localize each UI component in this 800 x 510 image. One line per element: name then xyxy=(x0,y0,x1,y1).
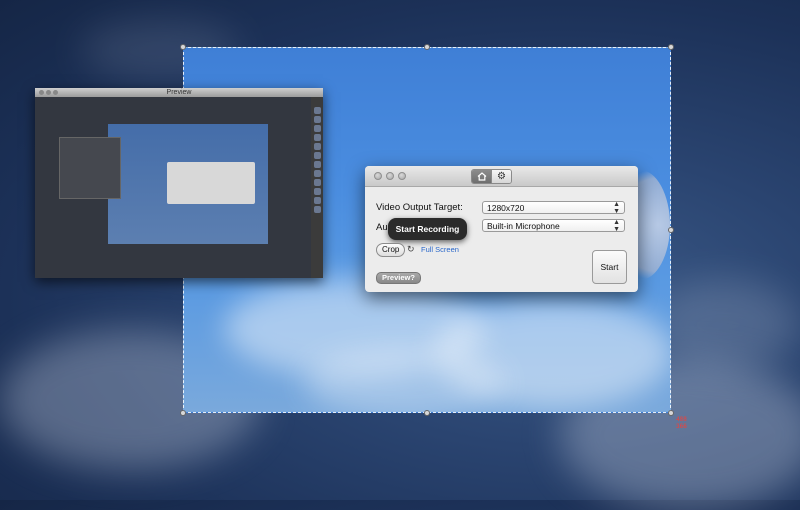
crop-button[interactable]: Crop xyxy=(376,243,406,257)
zoom-button[interactable] xyxy=(398,172,406,180)
view-segmented-control: ⚙ xyxy=(471,169,512,184)
close-button[interactable] xyxy=(374,172,382,180)
selection-handle-right[interactable] xyxy=(668,227,674,233)
tab-home[interactable] xyxy=(472,170,491,183)
audio-input-select[interactable]: Built-in Microphone ▲ ▼ xyxy=(482,219,625,233)
video-output-select[interactable]: 1280x720 ▲ ▼ xyxy=(482,201,625,215)
chevron-updown-icon: ▲ ▼ xyxy=(613,219,620,233)
recorder-panel: ⚙ Video Output Target: 1280x720 ▲ ▼ Au Bu… xyxy=(365,166,638,292)
preview-nested-frame xyxy=(59,137,121,199)
preview-titlebar: Preview xyxy=(35,88,323,97)
audio-label: Au xyxy=(376,222,388,233)
selection-handle-bottom-right[interactable] xyxy=(668,410,674,416)
tab-settings[interactable]: ⚙ xyxy=(491,170,511,183)
selection-handle-top-right[interactable] xyxy=(668,44,674,50)
minimize-button[interactable] xyxy=(386,172,394,180)
preview-title: Preview xyxy=(166,89,192,96)
video-output-label: Video Output Target: xyxy=(376,202,463,213)
background-cloud xyxy=(650,280,800,370)
selection-height-readout: 366 xyxy=(676,423,687,430)
preview-button[interactable]: Preview? xyxy=(376,272,421,284)
selection-handle-bottom-left[interactable] xyxy=(180,410,186,416)
preview-window-controls[interactable] xyxy=(39,90,58,95)
chevron-updown-icon: ▲ ▼ xyxy=(613,201,620,215)
preview-window[interactable]: Preview xyxy=(35,88,323,278)
panel-titlebar: ⚙ xyxy=(365,166,638,187)
selection-handle-bottom[interactable] xyxy=(424,410,430,416)
house-icon xyxy=(477,172,486,181)
selection-width-readout: 488 xyxy=(676,416,687,423)
selection-handle-top[interactable] xyxy=(424,44,430,50)
preview-nested-panel xyxy=(167,162,255,204)
video-output-value: 1280x720 xyxy=(487,203,525,213)
sky-cloud xyxy=(304,348,504,412)
preview-dock xyxy=(311,97,323,278)
start-button[interactable]: Start xyxy=(592,250,627,284)
gear-icon: ⚙ xyxy=(497,171,506,182)
full-screen-link[interactable]: Full Screen xyxy=(421,245,459,254)
start-recording-tooltip: Start Recording xyxy=(388,218,467,240)
preview-content xyxy=(35,97,311,278)
selection-handle-top-left[interactable] xyxy=(180,44,186,50)
refresh-icon[interactable]: ↻ xyxy=(407,244,415,255)
audio-input-value: Built-in Microphone xyxy=(487,221,560,231)
